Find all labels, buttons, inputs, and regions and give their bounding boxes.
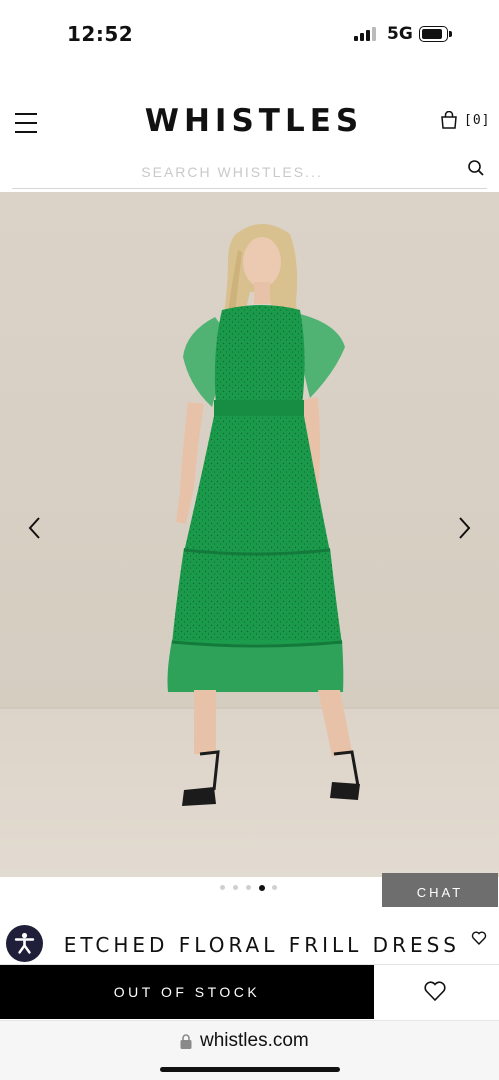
menu-icon[interactable]: [15, 113, 37, 133]
search-icon[interactable]: [467, 159, 485, 177]
product-title: ETCHED FLORAL FRILL DRESS: [63, 933, 460, 957]
bag-icon: [441, 111, 457, 129]
home-indicator: [160, 1067, 340, 1072]
heart-icon: [424, 981, 446, 1002]
accessibility-button[interactable]: [6, 925, 43, 962]
carousel-dot[interactable]: [220, 885, 225, 890]
lock-icon: [180, 1034, 192, 1049]
heart-icon[interactable]: [471, 930, 487, 946]
out-of-stock-button[interactable]: OUT OF STOCK: [0, 965, 374, 1019]
search-input[interactable]: [12, 160, 452, 184]
product-image-carousel[interactable]: [0, 192, 499, 877]
brand-logo[interactable]: WHISTLES: [139, 103, 369, 139]
url-text[interactable]: whistles.com: [200, 1030, 309, 1052]
battery-icon: [419, 26, 452, 42]
carousel-dot[interactable]: [259, 884, 265, 891]
bag-count: [0]: [464, 113, 491, 128]
network-type: 5G: [387, 24, 413, 44]
search-bar[interactable]: [12, 155, 487, 189]
chevron-left-icon[interactable]: [20, 510, 50, 546]
accessibility-icon: [14, 932, 35, 954]
wishlist-button[interactable]: [374, 965, 499, 1019]
status-bar: 12:52 5G: [0, 0, 499, 70]
product-title-row: ETCHED FLORAL FRILL DRESS: [0, 920, 499, 964]
carousel-dot[interactable]: [272, 885, 277, 890]
product-image: [0, 192, 499, 877]
chevron-right-icon[interactable]: [449, 510, 479, 546]
chat-button[interactable]: CHAT: [382, 873, 498, 907]
action-bar: OUT OF STOCK: [0, 964, 499, 1019]
signal-icon: [354, 27, 380, 41]
site-header: WHISTLES [0]: [0, 95, 499, 150]
carousel-dot[interactable]: [233, 885, 238, 890]
status-time: 12:52: [67, 22, 134, 46]
carousel-dot[interactable]: [246, 885, 251, 890]
browser-url-bar[interactable]: whistles.com: [0, 1020, 499, 1080]
